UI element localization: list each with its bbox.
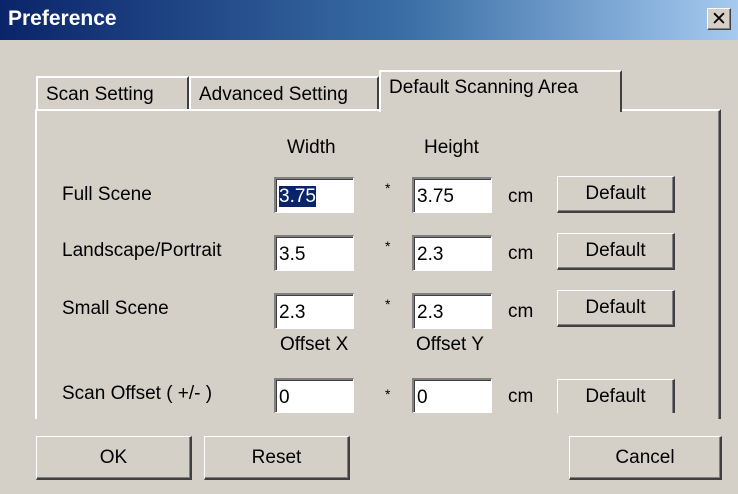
reset-button[interactable]: Reset bbox=[204, 436, 350, 480]
unit-label: cm bbox=[508, 186, 534, 207]
times-sign: * bbox=[385, 386, 391, 402]
unit-label: cm bbox=[508, 243, 534, 264]
button-label: OK bbox=[99, 446, 128, 468]
cancel-button[interactable]: Cancel bbox=[569, 436, 722, 480]
field-value: 2.3 bbox=[417, 302, 444, 323]
landscape-width-input[interactable]: 3.5 bbox=[274, 235, 354, 271]
field-value: 2.3 bbox=[417, 244, 444, 265]
title-bar: Preference ✕ bbox=[0, 0, 738, 40]
full-scene-height-input[interactable]: 3.75 bbox=[412, 177, 492, 213]
small-scene-width-input[interactable]: 2.3 bbox=[274, 293, 354, 329]
field-value: 2.3 bbox=[279, 302, 306, 323]
close-button[interactable]: ✕ bbox=[707, 8, 731, 30]
column-header-offset-y: Offset Y bbox=[416, 334, 484, 355]
scan-offset-x-input[interactable]: 0 bbox=[274, 378, 354, 413]
ok-button[interactable]: OK bbox=[36, 436, 192, 480]
times-sign: * bbox=[385, 238, 391, 254]
scan-offset-default-button[interactable]: Default bbox=[557, 379, 675, 413]
field-value: 3.75 bbox=[417, 186, 454, 207]
tab-default-scanning-area[interactable]: Default Scanning Area bbox=[379, 70, 622, 112]
field-value: 3.5 bbox=[279, 244, 306, 265]
field-value: 0 bbox=[279, 387, 290, 408]
small-scene-height-input[interactable]: 2.3 bbox=[412, 293, 492, 329]
tab-label: Scan Setting bbox=[46, 84, 154, 105]
unit-label: cm bbox=[508, 301, 534, 322]
tab-advanced-setting[interactable]: Advanced Setting bbox=[189, 76, 379, 110]
tab-label: Default Scanning Area bbox=[389, 77, 579, 98]
field-value: 0 bbox=[417, 387, 428, 408]
button-label: Default bbox=[585, 385, 646, 407]
row-label-scan-offset: Scan Offset ( +/- ) bbox=[62, 383, 213, 404]
times-sign: * bbox=[385, 296, 391, 312]
button-label: Default bbox=[585, 240, 646, 261]
times-sign: * bbox=[385, 180, 391, 196]
small-scene-default-button[interactable]: Default bbox=[557, 290, 675, 327]
button-label: Default bbox=[585, 183, 646, 204]
unit-label: cm bbox=[508, 386, 534, 407]
full-scene-default-button[interactable]: Default bbox=[557, 176, 675, 213]
tab-scan-setting[interactable]: Scan Setting bbox=[36, 76, 189, 110]
tab-label: Advanced Setting bbox=[199, 84, 348, 105]
button-label: Reset bbox=[251, 446, 302, 468]
column-header-height: Height bbox=[424, 137, 479, 158]
landscape-default-button[interactable]: Default bbox=[557, 233, 675, 270]
scan-offset-y-input[interactable]: 0 bbox=[412, 378, 492, 413]
button-label: Default bbox=[585, 297, 646, 318]
row-label-full-scene: Full Scene bbox=[62, 184, 152, 205]
window-title: Preference bbox=[8, 7, 117, 30]
row-label-small-scene: Small Scene bbox=[62, 298, 169, 319]
row-label-landscape-portrait: Landscape/Portrait bbox=[62, 240, 222, 261]
button-label: Cancel bbox=[615, 446, 675, 468]
column-header-offset-x: Offset X bbox=[280, 334, 349, 355]
landscape-height-input[interactable]: 2.3 bbox=[412, 235, 492, 271]
full-scene-width-input[interactable]: 3.75 bbox=[274, 177, 354, 213]
close-icon: ✕ bbox=[711, 8, 727, 30]
selected-text: 3.75 bbox=[279, 186, 316, 207]
column-header-width: Width bbox=[287, 137, 336, 158]
